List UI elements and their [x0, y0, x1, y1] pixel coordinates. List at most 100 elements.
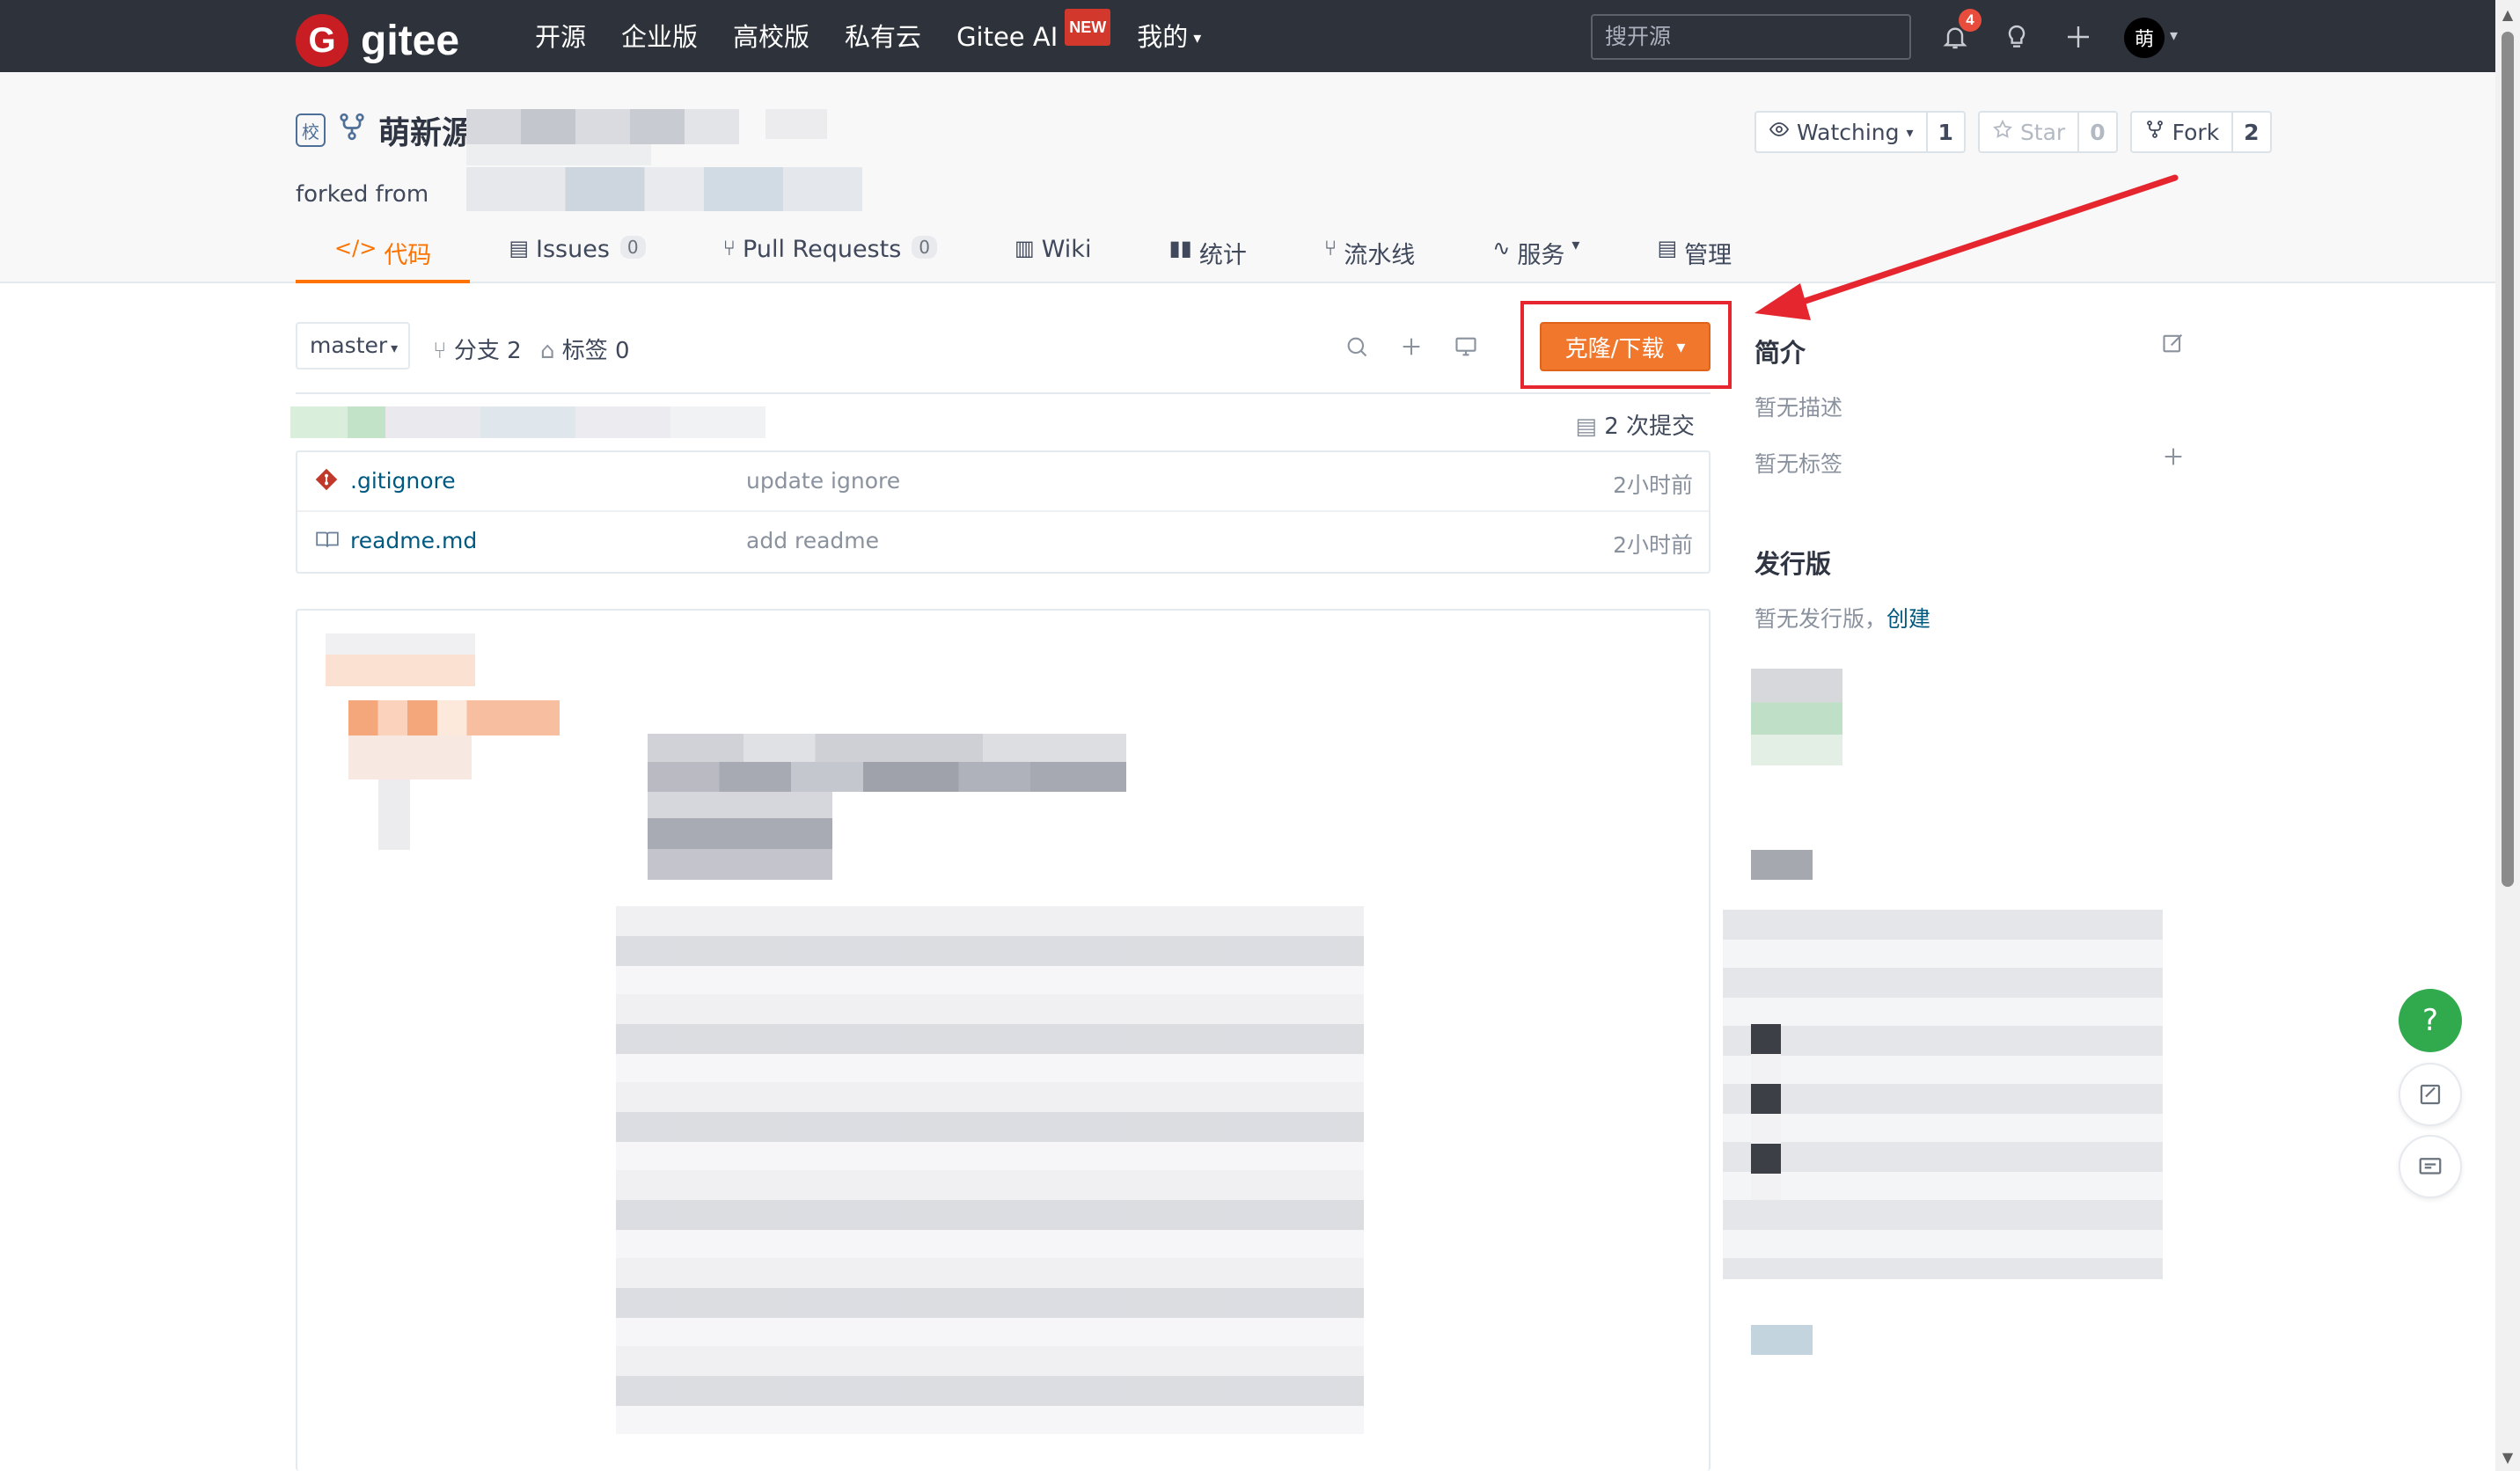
chevron-down-icon: ▾	[391, 340, 399, 356]
scroll-down-icon[interactable]: ▼	[2497, 1446, 2518, 1467]
commit-count[interactable]: ▤ 2 次提交	[1575, 408, 1695, 441]
search-input[interactable]: 搜开源	[1591, 14, 1911, 60]
redacted-readme-text	[616, 906, 1364, 1434]
add-file-icon[interactable]	[1394, 329, 1429, 364]
lightbulb-icon[interactable]	[1997, 18, 2036, 56]
branch-selector[interactable]: master ▾	[296, 322, 410, 370]
file-row[interactable]: readme.md add readme 2小时前	[297, 512, 1709, 572]
chevron-down-icon: ▾	[1676, 336, 1686, 357]
tab-code[interactable]: </> 代码	[296, 231, 471, 283]
notification-badge: 4	[1959, 9, 1982, 32]
clone-download-label: 克隆/下载	[1564, 335, 1665, 362]
pipeline-icon: ⑂	[1323, 236, 1337, 260]
avatar[interactable]: 萌	[2124, 18, 2165, 58]
branch-name: master	[310, 333, 388, 358]
feedback-icon[interactable]	[2399, 1063, 2462, 1126]
tab-issues-label: Issues	[536, 236, 610, 263]
fork-count[interactable]: 2	[2231, 113, 2269, 151]
tab-issues[interactable]: ▤ Issues 0	[470, 231, 684, 283]
redacted-project-path	[466, 109, 739, 144]
eye-icon	[1769, 119, 1790, 145]
nav-mine[interactable]: 我的 ▾	[1137, 19, 1201, 56]
star-label: Star	[2019, 119, 2066, 145]
fork-button[interactable]: Fork 2	[2129, 111, 2272, 153]
tags-link[interactable]: ⌂ 标签 0	[540, 333, 630, 365]
top-navbar: G gitee 开源 企业版 高校版 私有云 Gitee AI NEW 我的 ▾ …	[0, 0, 2495, 72]
intro-title: 简介	[1754, 338, 1806, 368]
watch-button-main: Watching ▾	[1756, 113, 1926, 151]
no-tags-text: 暂无标签	[1754, 451, 1843, 477]
tab-services[interactable]: ∿ 服务 ▾	[1454, 231, 1618, 283]
chat-icon[interactable]	[2399, 1135, 2462, 1198]
tab-pull-requests-label: Pull Requests	[743, 236, 902, 263]
nav-gitee-ai[interactable]: Gitee AI NEW	[956, 9, 1111, 56]
fork-button-main: Fork	[2132, 113, 2232, 151]
chevron-down-icon: ▾	[1193, 29, 1202, 48]
tab-pull-requests[interactable]: ⑂ Pull Requests 0	[685, 231, 976, 283]
redacted-commit-info	[290, 406, 766, 438]
file-time: 2小时前	[1613, 532, 1693, 558]
tab-pipeline[interactable]: ⑂ 流水线	[1286, 231, 1454, 283]
tab-stats[interactable]: ▮▮ 统计	[1130, 231, 1285, 283]
branches-link[interactable]: ⑂ 分支 2	[433, 333, 522, 365]
redacted-sidebar-block	[1751, 850, 1813, 880]
watch-count[interactable]: 1	[1925, 113, 1964, 151]
watch-button[interactable]: Watching ▾ 1	[1754, 111, 1966, 153]
git-file-icon	[315, 468, 338, 497]
star-count[interactable]: 0	[2077, 113, 2115, 151]
file-name[interactable]: .gitignore	[350, 468, 456, 494]
latest-commit-bar: ▤ 2 次提交	[290, 392, 1711, 450]
no-releases-text: 暂无发行版，创建	[1754, 602, 1930, 633]
repo-action-buttons: Watching ▾ 1 Star 0 Fork 2	[1754, 111, 2272, 153]
tab-pipeline-label: 流水线	[1344, 242, 1416, 269]
file-row[interactable]: .gitignore update ignore 2小时前	[297, 452, 1709, 512]
tab-code-label: 代码	[384, 242, 432, 269]
gitee-logo-text: gitee	[361, 17, 460, 64]
new-badge: NEW	[1065, 9, 1111, 46]
nav-education[interactable]: 高校版	[733, 19, 809, 56]
tab-wiki[interactable]: ▥ Wiki	[976, 231, 1130, 283]
fork-label: Fork	[2172, 119, 2220, 145]
tab-manage-label: 管理	[1684, 242, 1732, 269]
chevron-down-icon[interactable]: ▾	[2170, 26, 2178, 45]
plus-icon[interactable]	[2059, 18, 2098, 56]
nav-open-source[interactable]: 开源	[535, 19, 586, 56]
project-name[interactable]: 萌新源	[378, 107, 473, 153]
fork-icon	[2144, 119, 2165, 145]
star-button[interactable]: Star 0	[1977, 111, 2118, 153]
file-commit-message[interactable]: add readme	[746, 528, 879, 553]
tab-services-label: 服务	[1517, 242, 1565, 269]
help-button[interactable]: ?	[2399, 989, 2462, 1052]
tags-label: 标签 0	[561, 338, 630, 364]
fork-icon	[336, 111, 368, 150]
edit-icon[interactable]	[2161, 331, 2186, 362]
nav-enterprise[interactable]: 企业版	[621, 19, 698, 56]
create-release-link[interactable]: 创建	[1886, 606, 1930, 632]
scroll-up-icon[interactable]: ▲	[2497, 4, 2518, 25]
nav-private-cloud[interactable]: 私有云	[845, 19, 921, 56]
repo-tabs: </> 代码 ▤ Issues 0 ⑂ Pull Requests 0 ▥ Wi…	[296, 231, 1770, 283]
tab-manage[interactable]: ▤ 管理	[1618, 231, 1770, 283]
search-icon[interactable]	[1339, 329, 1374, 364]
redacted-readme-heading	[648, 762, 1126, 792]
file-list: .gitignore update ignore 2小时前 readme.md …	[296, 450, 1711, 574]
forked-from-label: forked from	[296, 181, 429, 208]
star-icon	[1992, 119, 2013, 145]
file-commit-message[interactable]: update ignore	[746, 468, 900, 494]
web-ide-icon[interactable]	[1448, 329, 1483, 364]
chevron-down-icon: ▾	[1906, 123, 1914, 141]
issues-icon: ▤	[509, 236, 529, 260]
main-nav: 开源 企业版 高校版 私有云 Gitee AI NEW 我的 ▾	[535, 9, 1201, 56]
redacted-sidebar-block	[1751, 669, 1842, 765]
pulse-icon: ∿	[1492, 236, 1511, 260]
scrollbar-thumb[interactable]	[2502, 32, 2514, 887]
commit-count-label: 2 次提交	[1604, 413, 1695, 440]
releases-title: 发行版	[1754, 549, 1832, 579]
gitee-logo[interactable]: G gitee	[296, 14, 459, 67]
file-name[interactable]: readme.md	[350, 528, 477, 553]
redacted-readme-heading	[648, 734, 1126, 762]
add-tag-icon[interactable]	[2161, 442, 2186, 477]
clone-download-button[interactable]: 克隆/下载 ▾	[1540, 322, 1711, 371]
school-badge-icon: 校	[296, 113, 326, 147]
gitee-logo-icon: G	[296, 14, 348, 67]
